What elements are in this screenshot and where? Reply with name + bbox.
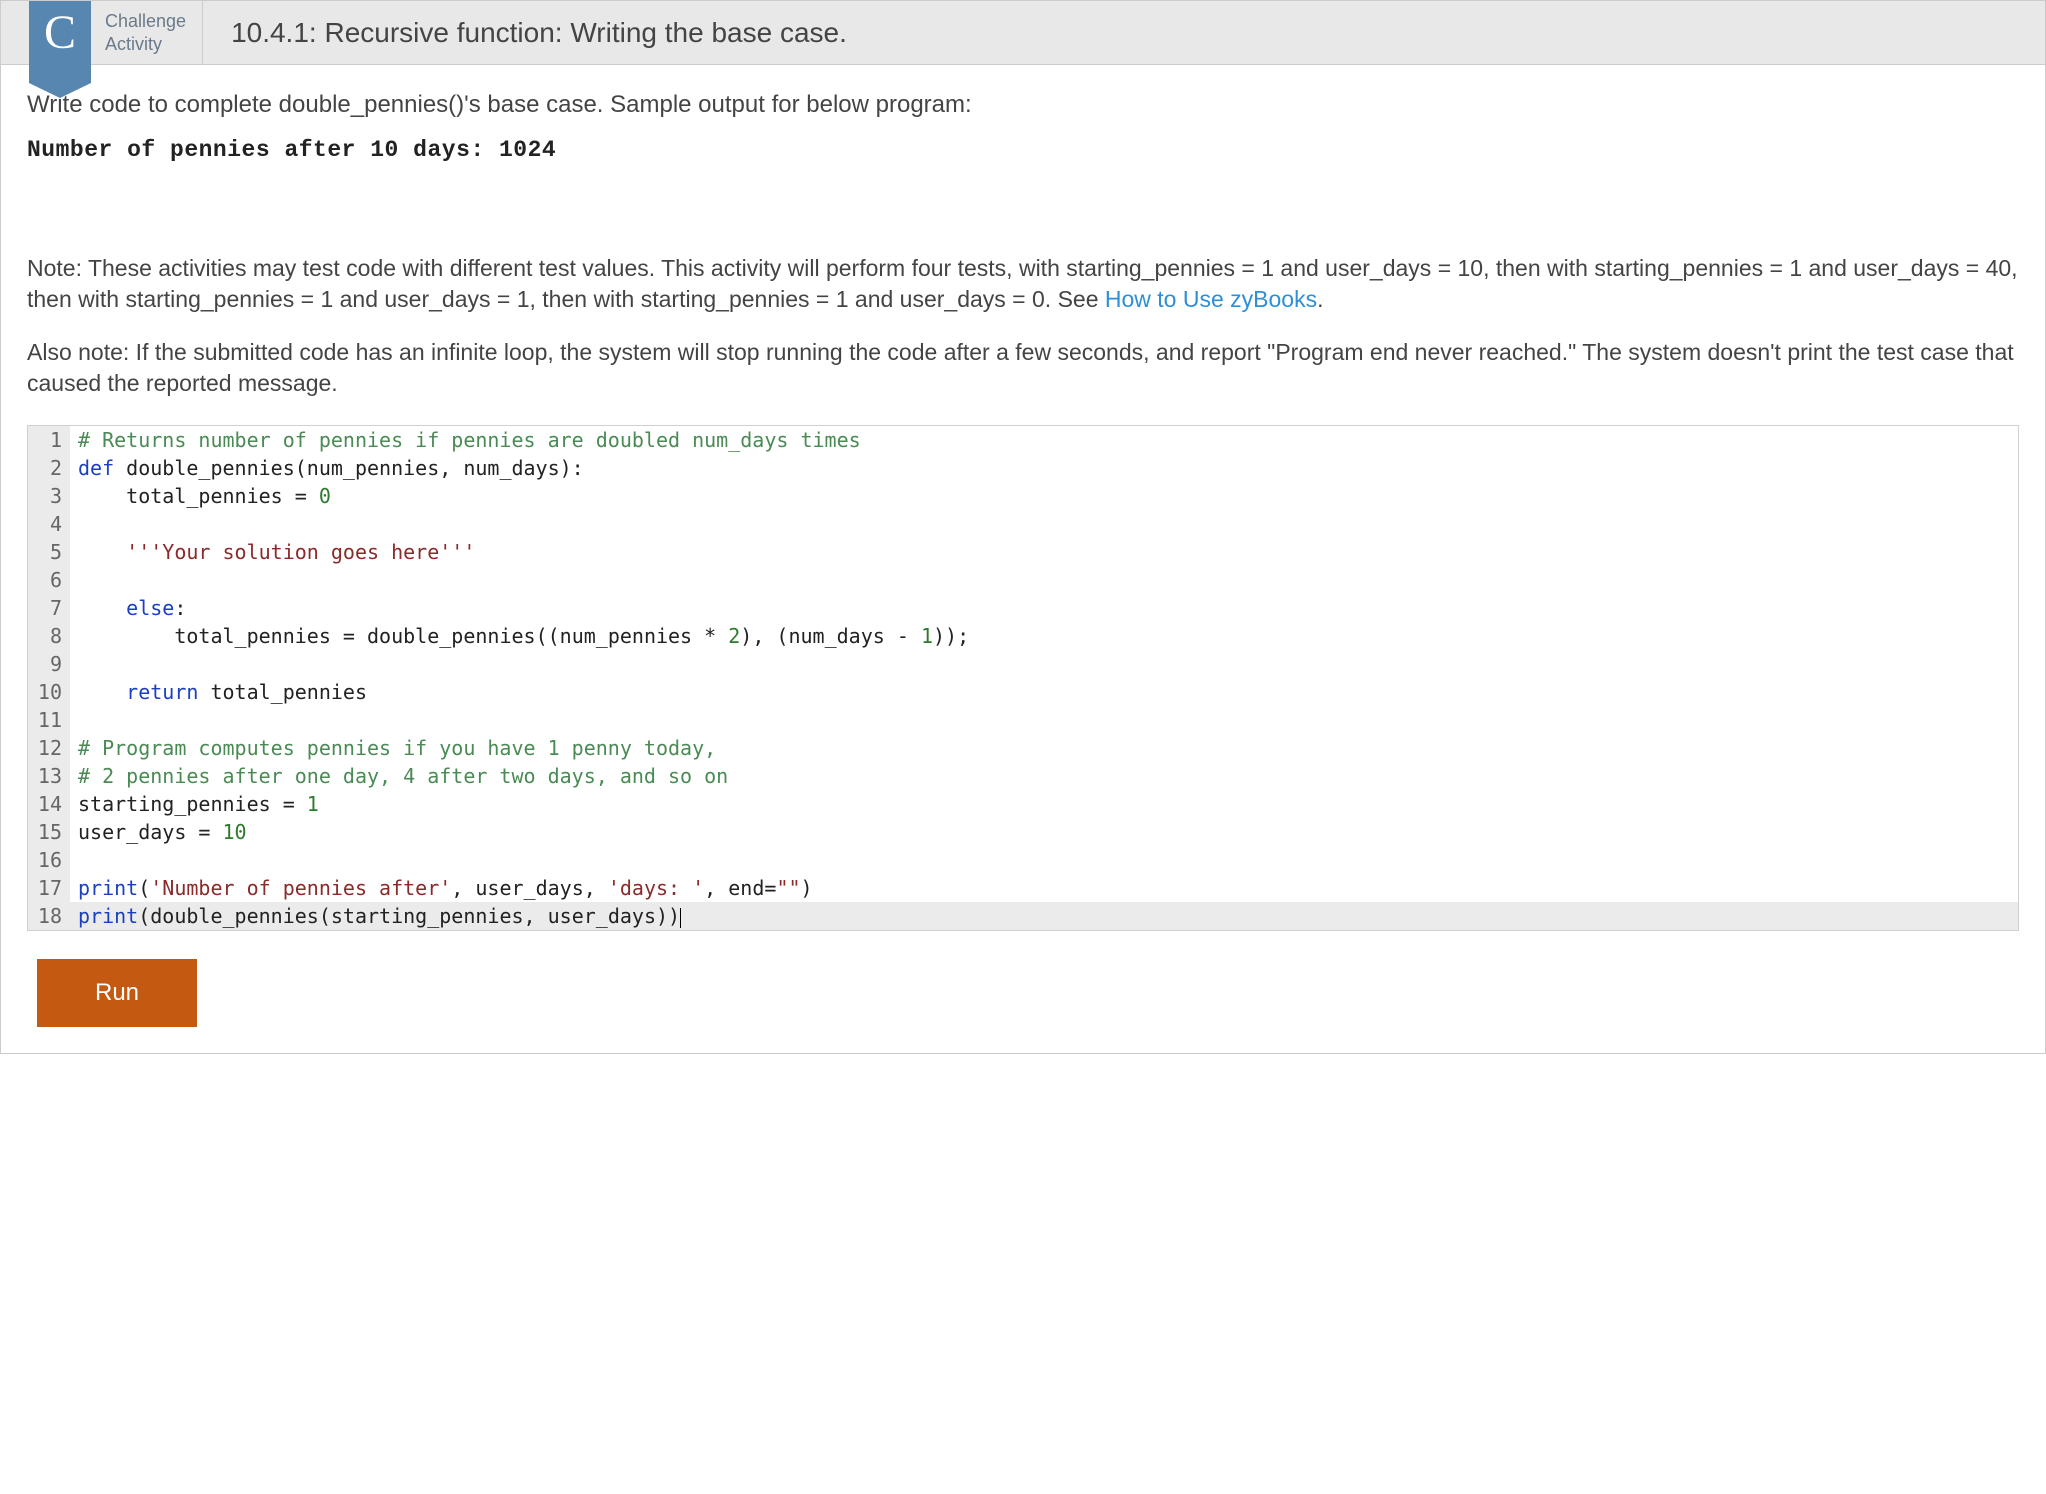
- code-editor[interactable]: 1# Returns number of pennies if pennies …: [27, 425, 2019, 931]
- line-number: 7: [28, 594, 70, 622]
- code-text[interactable]: [70, 510, 2018, 538]
- line-number: 5: [28, 538, 70, 566]
- code-text[interactable]: # 2 pennies after one day, 4 after two d…: [70, 762, 2018, 790]
- code-line[interactable]: 14starting_pennies = 1: [28, 790, 2018, 818]
- header-label-line2: Activity: [105, 33, 186, 56]
- cursor: [680, 908, 681, 928]
- challenge-badge: C: [29, 1, 91, 83]
- code-text[interactable]: total_pennies = 0: [70, 482, 2018, 510]
- code-line[interactable]: 8 total_pennies = double_pennies((num_pe…: [28, 622, 2018, 650]
- sample-output: Number of pennies after 10 days: 1024: [27, 137, 2019, 163]
- code-line[interactable]: 10 return total_pennies: [28, 678, 2018, 706]
- code-text[interactable]: def double_pennies(num_pennies, num_days…: [70, 454, 2018, 482]
- line-number: 14: [28, 790, 70, 818]
- code-line[interactable]: 4: [28, 510, 2018, 538]
- code-line[interactable]: 2def double_pennies(num_pennies, num_day…: [28, 454, 2018, 482]
- line-number: 12: [28, 734, 70, 762]
- code-text[interactable]: else:: [70, 594, 2018, 622]
- code-line[interactable]: 16: [28, 846, 2018, 874]
- code-line[interactable]: 1# Returns number of pennies if pennies …: [28, 426, 2018, 454]
- line-number: 6: [28, 566, 70, 594]
- also-note-text: Also note: If the submitted code has an …: [27, 337, 2019, 399]
- line-number: 8: [28, 622, 70, 650]
- line-number: 2: [28, 454, 70, 482]
- code-line[interactable]: 6: [28, 566, 2018, 594]
- line-number: 11: [28, 706, 70, 734]
- code-line[interactable]: 11: [28, 706, 2018, 734]
- code-text[interactable]: # Returns number of pennies if pennies a…: [70, 426, 2018, 454]
- activity-content: Write code to complete double_pennies()'…: [1, 65, 2045, 1053]
- prompt-text: Write code to complete double_pennies()'…: [27, 91, 2019, 119]
- code-line[interactable]: 5 '''Your solution goes here''': [28, 538, 2018, 566]
- badge-letter: C: [44, 1, 76, 65]
- run-button[interactable]: Run: [37, 959, 197, 1027]
- activity-header: C Challenge Activity 10.4.1: Recursive f…: [1, 1, 2045, 65]
- note-suffix: .: [1317, 286, 1323, 312]
- code-text[interactable]: [70, 650, 2018, 678]
- code-text[interactable]: print(double_pennies(starting_pennies, u…: [70, 902, 2018, 930]
- line-number: 13: [28, 762, 70, 790]
- code-line[interactable]: 7 else:: [28, 594, 2018, 622]
- line-number: 16: [28, 846, 70, 874]
- line-number: 3: [28, 482, 70, 510]
- code-text[interactable]: starting_pennies = 1: [70, 790, 2018, 818]
- code-line[interactable]: 12# Program computes pennies if you have…: [28, 734, 2018, 762]
- code-line[interactable]: 9: [28, 650, 2018, 678]
- header-label: Challenge Activity: [91, 1, 203, 64]
- line-number: 1: [28, 426, 70, 454]
- code-text[interactable]: [70, 846, 2018, 874]
- activity-title: 10.4.1: Recursive function: Writing the …: [203, 1, 847, 64]
- code-text[interactable]: print('Number of pennies after', user_da…: [70, 874, 2018, 902]
- note-prefix: Note: These activities may test code wit…: [27, 255, 2018, 312]
- header-label-line1: Challenge: [105, 10, 186, 33]
- code-text[interactable]: [70, 706, 2018, 734]
- line-number: 15: [28, 818, 70, 846]
- code-line[interactable]: 3 total_pennies = 0: [28, 482, 2018, 510]
- code-text[interactable]: return total_pennies: [70, 678, 2018, 706]
- code-text[interactable]: '''Your solution goes here''': [70, 538, 2018, 566]
- code-line[interactable]: 15user_days = 10: [28, 818, 2018, 846]
- code-line[interactable]: 13# 2 pennies after one day, 4 after two…: [28, 762, 2018, 790]
- note-text: Note: These activities may test code wit…: [27, 253, 2019, 315]
- line-number: 4: [28, 510, 70, 538]
- activity-container: C Challenge Activity 10.4.1: Recursive f…: [0, 0, 2046, 1054]
- line-number: 17: [28, 874, 70, 902]
- code-text[interactable]: total_pennies = double_pennies((num_penn…: [70, 622, 2018, 650]
- code-text[interactable]: user_days = 10: [70, 818, 2018, 846]
- line-number: 9: [28, 650, 70, 678]
- code-text[interactable]: # Program computes pennies if you have 1…: [70, 734, 2018, 762]
- code-line[interactable]: 17print('Number of pennies after', user_…: [28, 874, 2018, 902]
- code-line[interactable]: 18print(double_pennies(starting_pennies,…: [28, 902, 2018, 930]
- line-number: 10: [28, 678, 70, 706]
- how-to-use-link[interactable]: How to Use zyBooks: [1105, 286, 1317, 312]
- line-number: 18: [28, 902, 70, 930]
- code-text[interactable]: [70, 566, 2018, 594]
